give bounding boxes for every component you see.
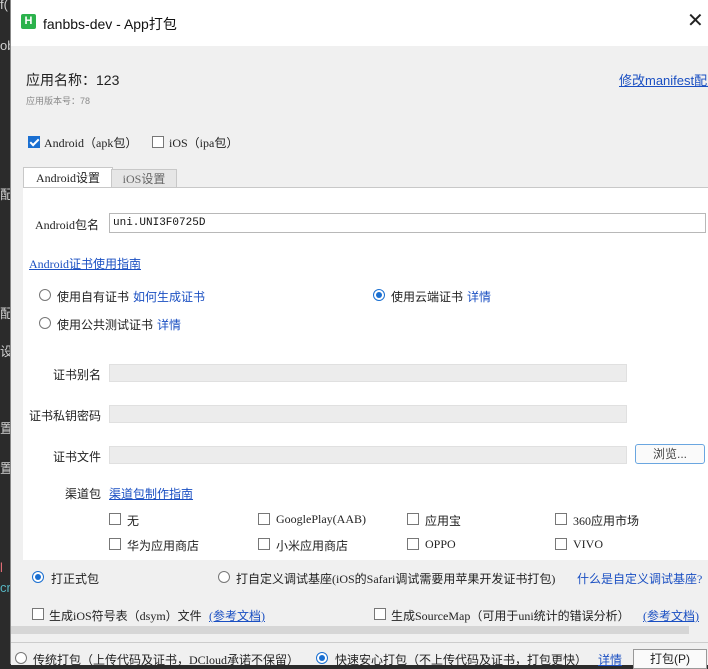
app-version: 应用版本号：78 <box>26 96 91 106</box>
tab-ios-settings[interactable]: iOS设置 <box>111 169 177 188</box>
window-title: fanbbs-dev - App打包 <box>43 16 177 32</box>
cloud-cert-label: 使用云端证书 <box>391 290 464 304</box>
horizontal-scrollbar[interactable] <box>11 626 689 634</box>
traditional-pack-label: 传统打包（上传代码及证书，DCloud承诺不保留） <box>33 653 300 667</box>
channel-label-huawei: 华为应用商店 <box>127 539 200 553</box>
channel-checkbox-googleplay[interactable] <box>258 513 270 525</box>
channel-checkbox-360[interactable] <box>555 513 567 525</box>
app-package-dialog: H fanbbs-dev - App打包 ✕ 应用名称：123 应用版本号：78… <box>10 0 708 669</box>
channel-label-xiaomi: 小米应用商店 <box>276 539 349 553</box>
how-to-generate-link[interactable]: 如何生成证书 <box>133 288 205 305</box>
formal-build-label: 打正式包 <box>51 572 100 586</box>
public-cert-detail-link[interactable]: 详情 <box>157 316 181 333</box>
title-bar: H fanbbs-dev - App打包 ✕ <box>11 0 708 46</box>
custom-base-label: 打自定义调试基座(iOS的Safari调试需要用苹果开发证书打包) <box>236 572 556 586</box>
dsym-doc-link[interactable]: (参考文档) <box>209 607 265 624</box>
android-checkbox[interactable] <box>28 136 40 148</box>
fast-pack-radio[interactable] <box>316 652 328 664</box>
pack-button[interactable]: 打包(P) <box>633 649 707 669</box>
channel-checkbox-huawei[interactable] <box>109 538 121 550</box>
ios-label: iOS（ipa包） <box>169 136 239 150</box>
public-cert-label: 使用公共测试证书 <box>57 318 154 332</box>
pack-detail-link[interactable]: 详情 <box>598 651 622 668</box>
sourcemap-doc-link[interactable]: (参考文档) <box>643 607 699 624</box>
fast-pack-label: 快速安心打包（不上传代码及证书，打包更快） <box>335 653 588 667</box>
app-name: 应用名称：123 <box>26 72 120 88</box>
ios-checkbox[interactable] <box>152 136 164 148</box>
channel-checkbox-oppo[interactable] <box>407 538 419 550</box>
channel-checkbox-none[interactable] <box>109 513 121 525</box>
channel-label-yingyongbao: 应用宝 <box>425 514 462 528</box>
cert-file-label: 证书文件 <box>53 450 102 464</box>
channel-label-360: 360应用市场 <box>573 514 640 528</box>
channel-label-googleplay: GooglePlay(AAB) <box>276 512 366 526</box>
channel-label-vivo: VIVO <box>573 537 603 551</box>
android-label: Android（apk包） <box>44 136 138 150</box>
custom-base-radio[interactable] <box>218 571 230 583</box>
cert-password-input[interactable] <box>109 405 627 423</box>
what-is-custom-base-link[interactable]: 什么是自定义调试基座? <box>577 570 702 587</box>
channel-guide-link[interactable]: 渠道包制作指南 <box>109 485 193 502</box>
channel-checkbox-yingyongbao[interactable] <box>407 513 419 525</box>
cert-guide-link[interactable]: Android证书使用指南 <box>29 255 141 272</box>
dialog-content: 应用名称：123 应用版本号：78 修改manifest配置 Android（a… <box>11 46 708 669</box>
own-cert-label: 使用自有证书 <box>57 290 130 304</box>
channel-label: 渠道包 <box>65 487 102 501</box>
channel-label-oppo: OPPO <box>425 537 456 551</box>
cloud-cert-radio[interactable] <box>373 289 385 301</box>
cert-alias-label: 证书别名 <box>53 368 102 382</box>
package-name-input[interactable]: uni.UNI3F0725D <box>109 213 706 233</box>
hbuilder-logo-icon: H <box>21 14 36 29</box>
edit-manifest-link[interactable]: 修改manifest配置 <box>619 70 708 89</box>
public-cert-radio[interactable] <box>39 317 51 329</box>
cert-password-label: 证书私钥密码 <box>29 409 102 423</box>
dsym-checkbox[interactable] <box>32 608 44 620</box>
sourcemap-label: 生成SourceMap（可用于uni统计的错误分析） <box>391 609 630 623</box>
dsym-label: 生成iOS符号表（dsym）文件 <box>49 609 202 623</box>
package-name-label: Android包名 <box>35 218 99 232</box>
cloud-cert-detail-link[interactable]: 详情 <box>467 288 491 305</box>
close-icon[interactable]: ✕ <box>687 10 704 32</box>
channel-label-none: 无 <box>127 514 140 528</box>
channel-checkbox-vivo[interactable] <box>555 538 567 550</box>
sourcemap-checkbox[interactable] <box>374 608 386 620</box>
traditional-pack-radio[interactable] <box>15 652 27 664</box>
tab-android-settings[interactable]: Android设置 <box>23 167 113 188</box>
channel-checkbox-xiaomi[interactable] <box>258 538 270 550</box>
formal-build-radio[interactable] <box>32 571 44 583</box>
cert-alias-input[interactable] <box>109 364 627 382</box>
cert-file-input[interactable] <box>109 446 627 464</box>
browse-button[interactable]: 浏览... <box>635 444 705 464</box>
own-cert-radio[interactable] <box>39 289 51 301</box>
